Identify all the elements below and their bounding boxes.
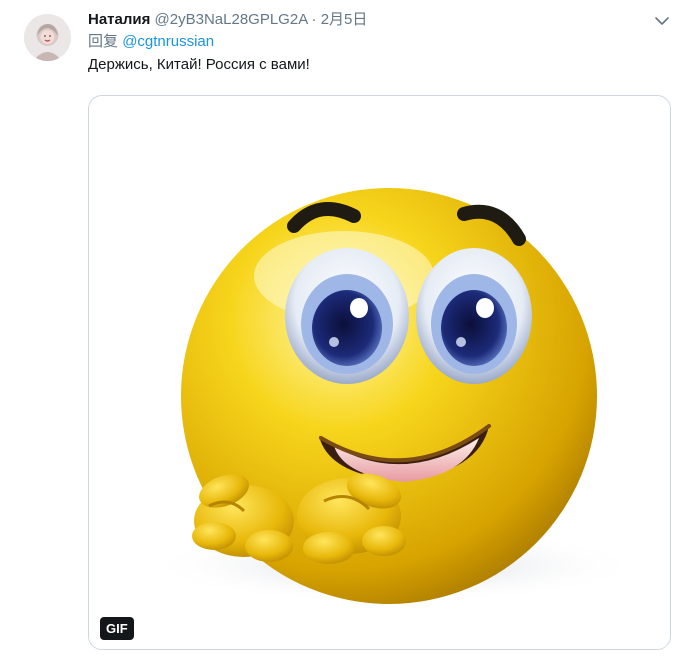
smiley-emoji-image: [89, 96, 670, 649]
separator: ·: [311, 11, 317, 28]
gif-media[interactable]: GIF: [88, 95, 671, 650]
tweet-date[interactable]: 2月5日: [321, 11, 368, 28]
user-handle[interactable]: @2yB3NaL28GPLG2A: [155, 11, 308, 28]
user-avatar[interactable]: [24, 14, 71, 61]
display-name[interactable]: Наталия: [88, 11, 150, 28]
tweet[interactable]: Наталия @2yB3NaL28GPLG2A · 2月5日 回复 @cgtn…: [0, 0, 693, 660]
tweet-text: Держись, Китай! Россия с вами!: [88, 56, 310, 73]
tweet-header: Наталия @2yB3NaL28GPLG2A · 2月5日: [88, 10, 673, 32]
gif-badge: GIF: [100, 617, 134, 640]
reply-prefix: 回复: [88, 33, 119, 50]
chevron-down-icon[interactable]: [653, 12, 671, 30]
reply-mention-link[interactable]: @cgtnrussian: [122, 33, 214, 50]
tweet-content: Наталия @2yB3NaL28GPLG2A · 2月5日 回复 @cgtn…: [88, 10, 673, 77]
reply-context: 回复 @cgtnrussian: [88, 32, 673, 54]
